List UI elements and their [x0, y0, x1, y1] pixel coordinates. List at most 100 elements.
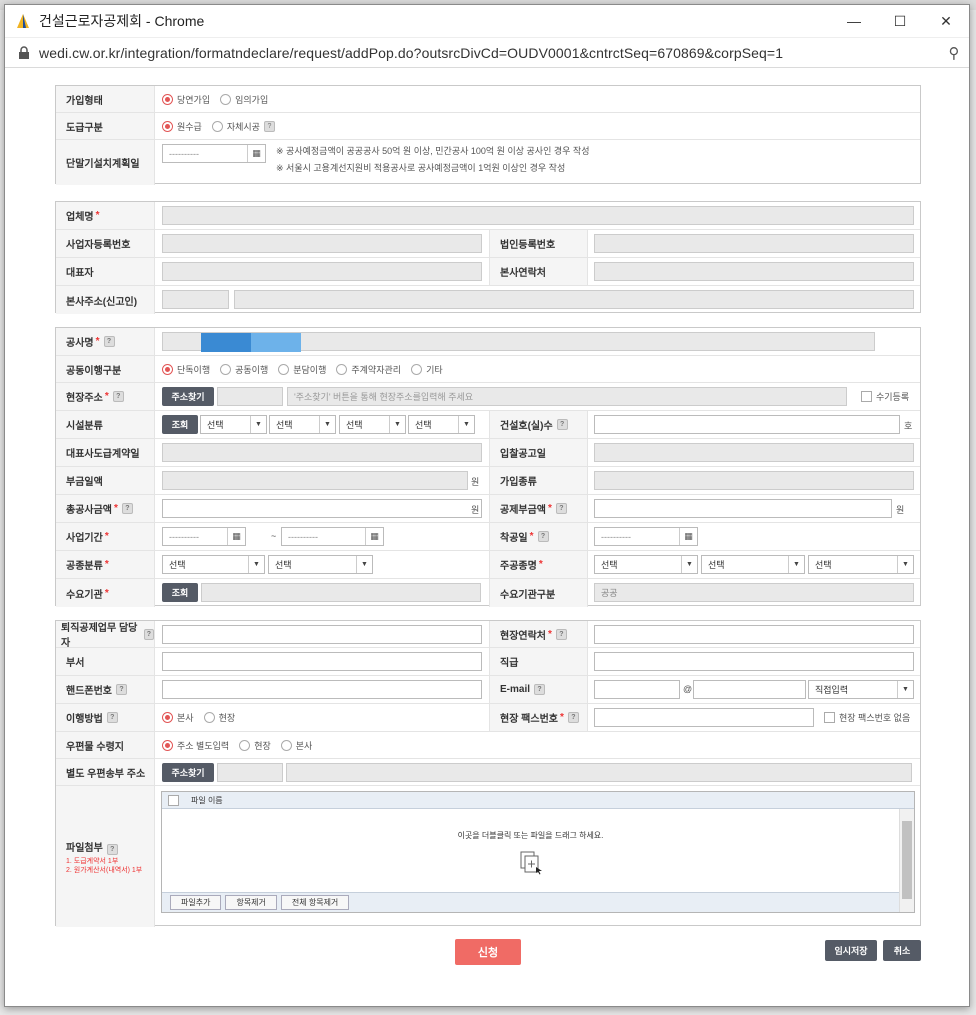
- help-icon[interactable]: ?: [106, 712, 118, 723]
- tilde: ~: [271, 531, 277, 541]
- help-icon[interactable]: ?: [116, 684, 127, 695]
- radio-split[interactable]: 분담이행: [278, 363, 326, 376]
- corpno-input[interactable]: [594, 234, 914, 253]
- site-address-search-button[interactable]: 주소찾기: [162, 387, 214, 406]
- help-icon[interactable]: ?: [555, 503, 567, 514]
- position-input[interactable]: [594, 652, 914, 671]
- deduct-input[interactable]: [594, 499, 892, 518]
- hq-contact-input[interactable]: [594, 262, 914, 281]
- select-all-checkbox[interactable]: [168, 794, 179, 806]
- prime-date-input[interactable]: [162, 443, 482, 462]
- mail-address-search-button[interactable]: 주소찾기: [162, 763, 214, 782]
- work-type-select-1[interactable]: 선택 ▼: [162, 555, 265, 574]
- help-icon[interactable]: ?: [121, 503, 133, 514]
- radio-main-contractor[interactable]: 주계약자관리: [336, 363, 401, 376]
- remove-all-button[interactable]: 전체 항목제거: [280, 895, 350, 910]
- radio-hq[interactable]: 본사: [162, 711, 194, 724]
- facility-select-4[interactable]: 선택 ▼: [408, 415, 475, 434]
- radio-single[interactable]: 단독이행: [162, 363, 210, 376]
- main-work-select-2[interactable]: 선택 ▼: [701, 555, 805, 574]
- vat-input[interactable]: [162, 471, 468, 490]
- minimize-icon[interactable]: —: [831, 5, 877, 38]
- url-text[interactable]: wedi.cw.or.kr/integration/formatndeclare…: [39, 45, 939, 61]
- scrollbar-thumb[interactable]: [902, 821, 912, 899]
- manager-label: 퇴직공제업무 담당자?: [56, 621, 155, 649]
- zoom-icon[interactable]: ⚲: [939, 44, 969, 62]
- mail-zip-input[interactable]: [217, 763, 283, 782]
- hq-zip-input[interactable]: [162, 290, 229, 309]
- ceo-input[interactable]: [162, 262, 482, 281]
- terminal-date-input[interactable]: ---------- ▦: [162, 144, 266, 163]
- client-type-input[interactable]: 공공: [594, 583, 914, 602]
- radio-prime[interactable]: 원수급: [162, 120, 202, 133]
- no-fax-checkbox[interactable]: 현장 팩스번호 없음: [824, 704, 910, 731]
- client-lookup-button[interactable]: 조회: [162, 583, 198, 602]
- email-domain-input[interactable]: [693, 680, 806, 699]
- cancel-button[interactable]: 취소: [883, 940, 921, 961]
- radio-voluntary[interactable]: 임의가입: [220, 93, 268, 106]
- join-kind-label: 가입종류: [489, 467, 588, 494]
- bid-date-input[interactable]: [594, 443, 914, 462]
- help-icon[interactable]: ?: [103, 336, 115, 347]
- period-end-input[interactable]: ---------- ▦: [281, 527, 384, 546]
- radio-self[interactable]: 자체시공?: [211, 120, 275, 133]
- join-kind-input[interactable]: [594, 471, 914, 490]
- period-start-input[interactable]: ---------- ▦: [162, 527, 246, 546]
- manual-entry-checkbox[interactable]: 수기등록: [861, 383, 909, 410]
- main-work-select-3[interactable]: 선택 ▼: [808, 555, 914, 574]
- manager-input[interactable]: [162, 625, 482, 644]
- dept-input[interactable]: [162, 652, 482, 671]
- mobile-input[interactable]: [162, 680, 482, 699]
- start-date-input[interactable]: ---------- ▦: [594, 527, 698, 546]
- mail-address-input[interactable]: [286, 763, 912, 782]
- submit-button[interactable]: 신청: [455, 939, 521, 965]
- help-icon[interactable]: ?: [567, 712, 579, 723]
- calendar-icon[interactable]: ▦: [365, 528, 383, 545]
- bizno-input[interactable]: [162, 234, 482, 253]
- calendar-icon[interactable]: ▦: [247, 145, 265, 162]
- file-upload-box[interactable]: 파일 이름 이곳을 더블클릭 또는 파일을 드래그 하세요. 파일추가 항목제거…: [161, 791, 915, 913]
- attach-note-1: 1. 도급계약서 1부: [66, 857, 119, 865]
- help-icon[interactable]: ?: [143, 628, 154, 640]
- site-contact-input[interactable]: [594, 625, 914, 644]
- site-address-input[interactable]: '주소찾기' 버튼을 통해 현장주소를입력해 주세요: [287, 387, 847, 406]
- site-zip-input[interactable]: [217, 387, 283, 406]
- add-file-button[interactable]: 파일추가: [170, 895, 222, 910]
- close-icon[interactable]: ✕: [923, 5, 969, 38]
- radio-separate[interactable]: 주소 별도입력: [162, 739, 229, 752]
- radio-site[interactable]: 현장: [203, 711, 235, 724]
- help-icon[interactable]: ?: [537, 531, 549, 542]
- email-domain-select[interactable]: 직접입력 ▼: [808, 680, 914, 699]
- facility-select-2[interactable]: 선택 ▼: [269, 415, 336, 434]
- maximize-icon[interactable]: ☐: [877, 5, 923, 38]
- building-input[interactable]: [594, 415, 900, 434]
- help-icon[interactable]: ?: [106, 843, 118, 855]
- client-input[interactable]: [201, 583, 481, 602]
- facility-lookup-button[interactable]: 조회: [162, 415, 198, 434]
- radio-mail-hq[interactable]: 본사: [280, 739, 312, 752]
- radio-joint[interactable]: 공동이행: [220, 363, 268, 376]
- total-cost-input[interactable]: [162, 499, 482, 518]
- fax-input[interactable]: [594, 708, 814, 727]
- facility-select-1[interactable]: 선택 ▼: [200, 415, 267, 434]
- main-work-select-1[interactable]: 선택 ▼: [594, 555, 698, 574]
- company-input[interactable]: [162, 206, 914, 225]
- radio-mandatory[interactable]: 당연가입: [162, 93, 210, 106]
- help-icon[interactable]: ?: [112, 391, 124, 402]
- temp-save-button[interactable]: 임시저장: [825, 940, 877, 961]
- help-icon[interactable]: ?: [556, 419, 568, 430]
- calendar-icon[interactable]: ▦: [679, 528, 697, 545]
- help-icon[interactable]: ?: [263, 120, 275, 132]
- help-icon[interactable]: ?: [534, 684, 546, 695]
- facility-select-3[interactable]: 선택 ▼: [339, 415, 406, 434]
- file-scrollbar[interactable]: [899, 809, 914, 912]
- radio-other[interactable]: 기타: [411, 363, 443, 376]
- remove-item-button[interactable]: 항목제거: [225, 895, 277, 910]
- file-drop-zone[interactable]: 이곳을 더블클릭 또는 파일을 드래그 하세요.: [162, 809, 899, 895]
- email-local-input[interactable]: [594, 680, 680, 699]
- help-icon[interactable]: ?: [555, 628, 567, 640]
- work-type-select-2[interactable]: 선택 ▼: [268, 555, 373, 574]
- radio-mail-site[interactable]: 현장: [239, 739, 271, 752]
- hq-address-input[interactable]: [234, 290, 914, 309]
- calendar-icon[interactable]: ▦: [227, 528, 245, 545]
